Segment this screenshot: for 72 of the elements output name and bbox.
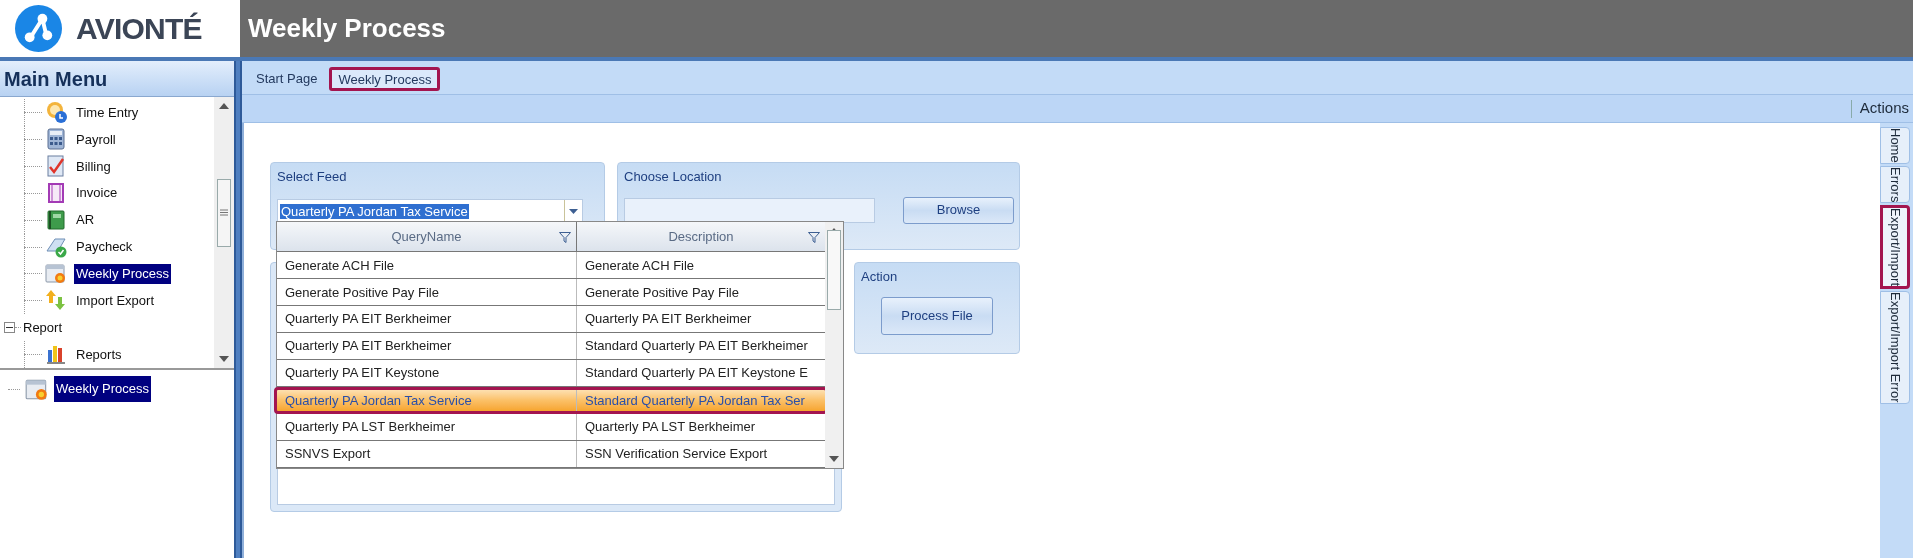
table-cell-text: Generate Positive Pay File: [584, 283, 740, 302]
feed-combobox[interactable]: Quarterly PA Jordan Tax Service: [277, 198, 583, 224]
collapse-toggle[interactable]: [4, 322, 15, 334]
side-tab[interactable]: Export/Import Error: [1880, 291, 1910, 404]
menu-item[interactable]: AR: [74, 210, 97, 230]
grid-row[interactable]: Quarterly PA EIT Berkheimer Quarterly PA EIT Berkheimer: [277, 306, 825, 334]
table-cell: Quarterly PA EIT Berkheimer: [277, 306, 577, 333]
browse-button[interactable]: Browse: [903, 196, 1014, 224]
table-cell-text: Standard Quarterly PA EIT Berkheimer: [584, 337, 809, 356]
scroll-thumb[interactable]: [217, 178, 231, 247]
logo-text: AVIONTÉ: [76, 11, 202, 47]
dropdown-caret-icon[interactable]: [569, 208, 578, 214]
grid-row[interactable]: Generate ACH File Generate ACH File: [277, 252, 825, 280]
location-field[interactable]: [624, 197, 875, 223]
scrollbar[interactable]: [214, 97, 234, 368]
column-title: QueryName: [391, 227, 462, 246]
calculator-icon: [44, 126, 68, 151]
scroll-up-icon[interactable]: [219, 103, 229, 109]
filter-icon[interactable]: [808, 232, 820, 243]
column-header[interactable]: Description: [577, 222, 825, 252]
scroll-down-icon[interactable]: [829, 456, 839, 462]
menu-item[interactable]: Payroll: [74, 129, 118, 150]
menu-item[interactable]: Import Export: [74, 291, 157, 311]
grid-row[interactable]: Quarterly PA LST Berkheimer Quarterly PA LST Berkheimer: [277, 414, 825, 442]
clock-icon: [44, 100, 68, 124]
table-cell: Quarterly PA EIT Berkheimer: [277, 333, 577, 360]
process-file-button[interactable]: Process File: [881, 296, 993, 335]
page-title: Weekly Process: [248, 12, 446, 45]
table-cell: Quarterly PA EIT Keystone: [277, 360, 577, 387]
scroll-thumb[interactable]: [827, 230, 841, 310]
table-cell-text: SSN Verification Service Export: [584, 445, 769, 464]
menu-item[interactable]: Time Entry: [74, 102, 141, 123]
panel-title: Choose Location: [624, 168, 723, 186]
actions-label: Actions: [1859, 98, 1909, 119]
scroll-down-icon[interactable]: [219, 356, 229, 362]
tab[interactable]: Start Page: [250, 67, 324, 91]
open-window-item[interactable]: Weekly Process: [54, 376, 151, 402]
table-cell-text: Standard Quarterly PA EIT Keystone E: [584, 364, 809, 383]
ledger-icon: [44, 207, 68, 232]
column-title: Description: [668, 227, 734, 246]
table-cell: SSNVS Export: [277, 441, 577, 467]
table-cell-text: Quarterly PA LST Berkheimer: [584, 418, 757, 437]
combobox-value[interactable]: Quarterly PA Jordan Tax Service: [280, 204, 469, 219]
grid-row[interactable]: Quarterly PA EIT Berkheimer Standard Quarterly PA EIT Berkheimer: [277, 333, 825, 361]
column-header[interactable]: QueryName: [277, 222, 577, 252]
menu-item[interactable]: Invoice: [74, 183, 120, 203]
menu-item[interactable]: Weekly Process: [74, 264, 171, 284]
menu-group[interactable]: Report: [22, 317, 64, 338]
tab[interactable]: Weekly Process: [329, 67, 441, 91]
grid-row[interactable]: SSNVS Export SSN Verification Service Export: [277, 441, 825, 468]
menu-item[interactable]: Billing: [74, 156, 113, 176]
logo-icon: [15, 5, 62, 52]
table-cell-text: Quarterly PA EIT Berkheimer: [584, 310, 753, 329]
menu-item[interactable]: Reports: [74, 344, 124, 365]
table-cell: Generate ACH File: [277, 252, 577, 279]
scrollbar[interactable]: [825, 222, 843, 468]
calendar-icon: [44, 261, 68, 286]
panel-title: Select Feed: [277, 168, 348, 186]
table-cell: Generate Positive Pay File: [277, 279, 577, 306]
side-tab[interactable]: Home: [1880, 127, 1910, 164]
grid-row[interactable]: Generate Positive Pay File Generate Positive Pay File: [277, 279, 825, 307]
main-menu-title: Main Menu: [4, 66, 108, 92]
table-cell-text: Standard Quarterly PA Jordan Tax Ser: [584, 391, 806, 410]
panel-title: Action: [861, 268, 899, 286]
menu-item[interactable]: Paycheck: [74, 237, 135, 257]
grid-row[interactable]: Quarterly PA Jordan Tax Service Standard Quarterly PA Jordan Tax Ser: [274, 387, 828, 415]
filter-icon[interactable]: [559, 232, 571, 243]
table-cell: Quarterly PA Jordan Tax Service: [277, 390, 577, 412]
side-tab[interactable]: Export/Import: [1880, 205, 1910, 290]
table-cell-text: Generate ACH File: [584, 256, 696, 275]
side-tab[interactable]: Errors: [1880, 165, 1910, 204]
table-cell: Quarterly PA LST Berkheimer: [277, 414, 577, 441]
